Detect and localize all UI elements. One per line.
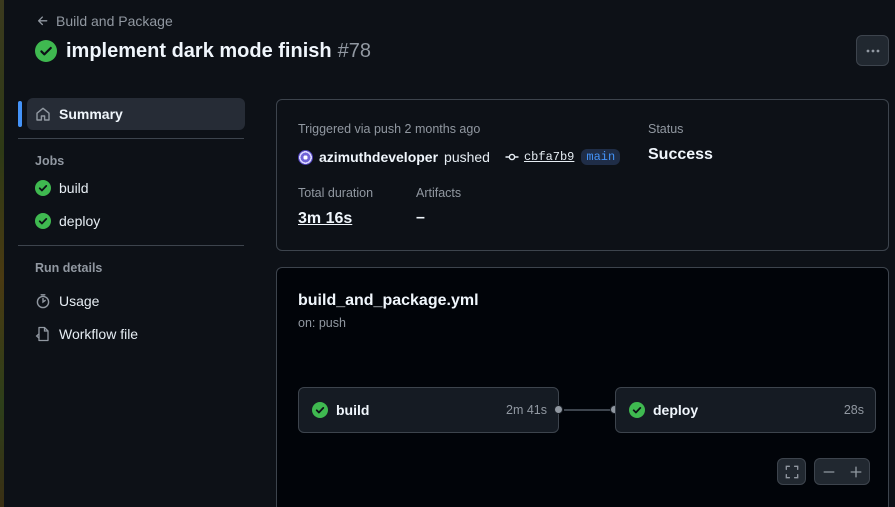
workflow-file-name: build_and_package.yml [298, 292, 479, 309]
more-options-button[interactable] [856, 35, 889, 66]
actor-action: pushed [444, 149, 490, 165]
workflow-graph-card: build_and_package.yml on: push build 2m … [276, 267, 889, 507]
sidebar-item-summary[interactable]: Summary [18, 98, 245, 130]
home-icon [36, 107, 50, 121]
run-title: implement dark mode finish [66, 39, 332, 62]
status-label: Status [648, 122, 684, 136]
duration-label: Total duration [298, 186, 374, 200]
sidebar-item-label: Usage [59, 292, 100, 309]
active-indicator [18, 101, 22, 127]
window-edge [0, 0, 4, 507]
artifacts-label: Artifacts [416, 186, 462, 200]
sidebar-item-deploy[interactable]: deploy [18, 204, 244, 237]
job-name: build [336, 402, 370, 418]
job-node-build[interactable]: build 2m 41s [298, 387, 559, 433]
zoom-out-icon[interactable] [822, 465, 836, 479]
file-code-icon [35, 326, 49, 341]
branch-badge[interactable]: main [581, 149, 621, 165]
job-name: deploy [653, 402, 699, 418]
sidebar-item-usage[interactable]: Usage [18, 284, 244, 317]
jobs-heading: Jobs [35, 154, 65, 168]
screen-full-icon [785, 465, 798, 478]
check-circle-icon [35, 179, 51, 196]
fullscreen-button[interactable] [777, 458, 806, 485]
duration-value[interactable]: 3m 16s [298, 210, 352, 228]
commit-ref: cbfa7b9 main [504, 149, 621, 165]
avatar[interactable] [298, 149, 313, 165]
workflow-trigger: on: push [298, 316, 346, 330]
run-summary-card: Triggered via push 2 months ago azimuthd… [276, 99, 889, 251]
sidebar-item-label: Workflow file [59, 325, 139, 342]
status-value: Success [648, 146, 713, 163]
zoom-in-icon[interactable] [849, 465, 863, 479]
sidebar-item-workflow-file[interactable]: Workflow file [18, 317, 244, 350]
page-title: implement dark mode finish #78 [35, 38, 371, 64]
stopwatch-icon [36, 293, 50, 308]
check-circle-icon [35, 40, 57, 62]
actor-name[interactable]: azimuthdeveloper [319, 149, 438, 165]
run-number: #78 [337, 39, 371, 62]
sidebar-item-label: deploy [59, 212, 101, 229]
divider [18, 138, 244, 139]
sidebar-item-label: build [59, 179, 89, 196]
job-duration: 28s [843, 403, 864, 417]
artifacts-value: – [416, 209, 425, 226]
back-link-label[interactable]: Build and Package [56, 13, 173, 29]
trigger-actor: azimuthdeveloper pushed cbfa7b9 main [298, 147, 621, 167]
sidebar-item-build[interactable]: build [18, 171, 244, 204]
back-link[interactable]: Build and Package [36, 12, 173, 30]
zoom-controls [814, 458, 870, 485]
run-details-heading: Run details [35, 261, 103, 275]
arrow-left-icon [37, 16, 48, 26]
kebab-horizontal-icon [866, 49, 879, 52]
run-sidebar: Summary Jobs build deploy Run details Us… [18, 98, 245, 350]
commit-sha-link[interactable]: cbfa7b9 [524, 150, 574, 164]
git-commit-icon [505, 153, 519, 161]
trigger-text: Triggered via push 2 months ago [298, 122, 481, 136]
sidebar-item-label: Summary [59, 106, 123, 122]
check-circle-icon [312, 402, 328, 418]
connector-dot [554, 405, 563, 414]
check-circle-icon [629, 402, 645, 418]
divider [18, 245, 244, 246]
job-duration: 2m 41s [506, 403, 547, 417]
job-node-deploy[interactable]: deploy 28s [615, 387, 876, 433]
check-circle-icon [35, 212, 51, 229]
